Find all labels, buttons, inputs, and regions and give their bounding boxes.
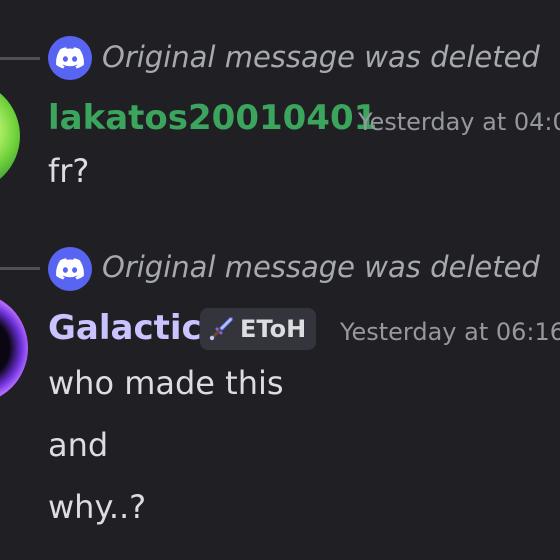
message-1: Original message was deleted lakatos2001… (0, 0, 560, 230)
message-text: who made this (48, 364, 284, 402)
message-2: Original message was deleted Galactic ET… (0, 230, 560, 560)
chat-area: Original message was deleted lakatos2001… (0, 0, 560, 560)
message-text: fr? (48, 152, 90, 190)
reply-connector (0, 267, 40, 292)
reply-connector (0, 57, 40, 82)
username[interactable]: Galactic (48, 308, 202, 348)
reply-deleted-text[interactable]: Original message was deleted (102, 40, 540, 74)
timestamp[interactable]: Yesterday at 06:16 (340, 318, 560, 346)
username[interactable]: lakatos20010401 (48, 98, 377, 138)
avatar[interactable] (0, 80, 20, 192)
server-tag-label: EToH (240, 315, 307, 343)
message-text: why..? (48, 488, 147, 526)
discord-logo-icon (48, 36, 92, 80)
message-text: and (48, 426, 109, 464)
server-tag[interactable]: EToH (200, 308, 317, 350)
timestamp[interactable]: Yesterday at 04:0 (358, 108, 560, 136)
reply-deleted-text[interactable]: Original message was deleted (102, 250, 540, 284)
discord-logo-icon (48, 247, 92, 291)
sword-icon (208, 316, 234, 342)
avatar[interactable] (0, 292, 28, 404)
